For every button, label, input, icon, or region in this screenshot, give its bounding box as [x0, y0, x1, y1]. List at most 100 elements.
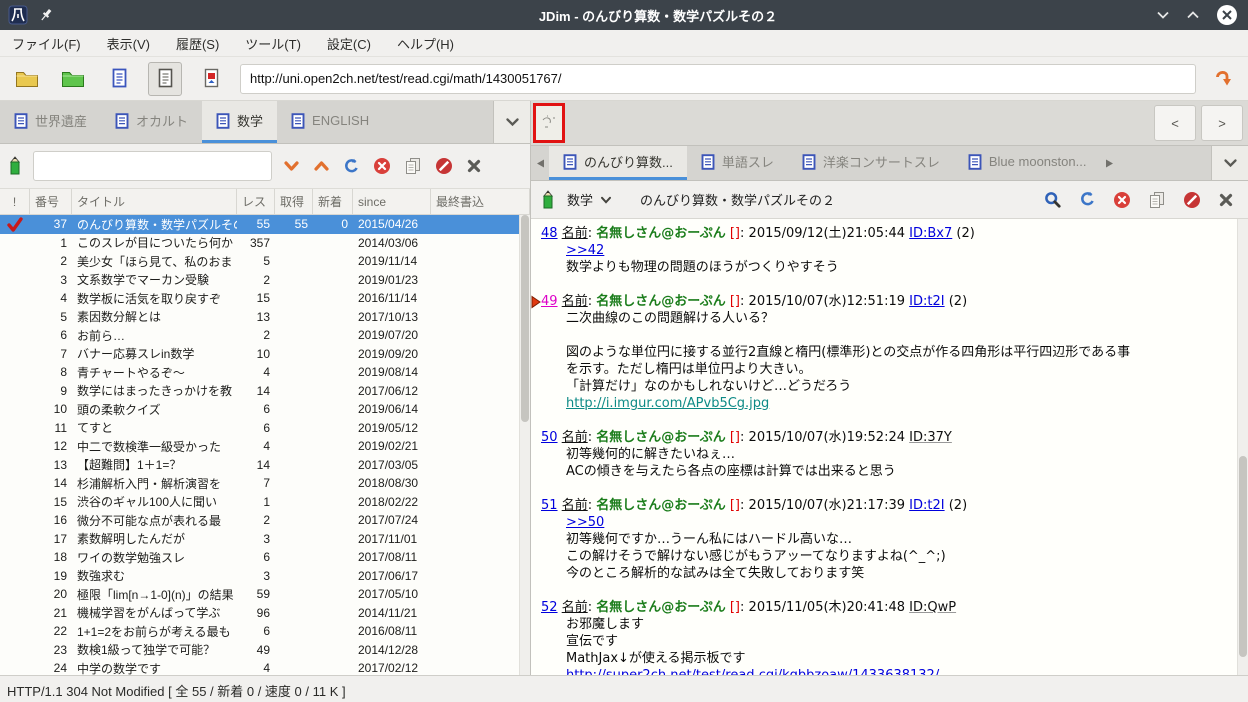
maximize-button[interactable] — [1186, 10, 1200, 20]
thread-list-row[interactable]: 10 頭の柔軟クイズ 6 2019/06/14 — [0, 400, 519, 419]
board-search-input[interactable] — [33, 151, 272, 181]
menu-item-0[interactable]: ファイル(F) — [12, 34, 81, 53]
prev-image-button[interactable]: < — [1154, 105, 1196, 141]
board-tab-1[interactable]: オカルト — [101, 101, 202, 143]
folder-open-button[interactable] — [56, 62, 90, 96]
menu-item-3[interactable]: ツール(T) — [245, 34, 301, 53]
column-header-4[interactable]: 取得 — [275, 189, 313, 214]
scroll-down-button[interactable] — [283, 158, 300, 174]
board-tab-list-button[interactable] — [493, 101, 530, 143]
close-button[interactable] — [466, 158, 482, 174]
stop-button[interactable] — [373, 157, 391, 175]
column-header-7[interactable]: 最終書込 — [431, 189, 530, 214]
column-header-3[interactable]: レス — [237, 189, 275, 214]
thread-tab-1[interactable]: 単語スレ — [687, 146, 788, 180]
block-button[interactable] — [435, 157, 453, 175]
thread-list-row[interactable]: 9 数学にはまったきっかけを教 14 2017/06/12 — [0, 382, 519, 401]
thread-list-row[interactable]: 18 ワイの数学勉強スレ 6 2017/08/11 — [0, 548, 519, 567]
thread-tab-list-button[interactable] — [1211, 146, 1248, 180]
thread-list-row[interactable]: 16 微分不可能な点が表れる最 2 2017/07/24 — [0, 511, 519, 530]
post-visited-link[interactable]: http://i.imgur.com/APvb5Cg.jpg — [566, 396, 769, 411]
board-select[interactable]: 数学 — [567, 190, 612, 209]
post-link[interactable]: >>42 — [566, 243, 604, 258]
board-list-button[interactable] — [102, 62, 136, 96]
thread-tab-3[interactable]: Blue moonston... — [954, 146, 1101, 180]
post-name-label[interactable]: 名前 — [562, 498, 588, 513]
post-id-link[interactable]: ID:t2I — [909, 294, 944, 309]
column-header-2[interactable]: タイトル — [72, 189, 237, 214]
board-tab-2[interactable]: 数学 — [202, 101, 278, 143]
thread-list-row[interactable]: 23 数検1級って独学で可能？ 49 2014/12/28 — [0, 641, 519, 660]
thread-list-row[interactable]: 37 のんびり算数・数学パズルその２ 55 55 0 2015/04/26 — [0, 215, 519, 234]
thread-list-row[interactable]: 11 てすと 6 2019/05/12 — [0, 419, 519, 438]
thread-list-row[interactable]: 15 渋谷のギャル100人に聞い 1 2018/02/22 — [0, 493, 519, 512]
url-input[interactable] — [240, 63, 1196, 94]
thread-list-row[interactable]: 20 極限「lim[n→1-0](n)」の結果 59 2017/05/10 — [0, 585, 519, 604]
thread-list-scrollbar-thumb[interactable] — [521, 215, 529, 422]
post-name-label[interactable]: 名前 — [562, 226, 588, 241]
post-number-link[interactable]: 52 — [541, 600, 558, 615]
thread-list-row[interactable]: 1 このスレが目についたら何か 357 2014/03/06 — [0, 234, 519, 253]
post-link[interactable]: http://super2ch.net/test/read.cgi/kqbbzo… — [566, 668, 939, 675]
thread-view-scrollbar-thumb[interactable] — [1239, 456, 1247, 657]
thread-list-row[interactable]: 22 1+1=2をお前らが考える最も 6 2016/08/11 — [0, 622, 519, 641]
menu-item-1[interactable]: 表示(V) — [107, 34, 150, 53]
thread-list-row[interactable]: 8 青チャートやるぞ〜 4 2019/08/14 — [0, 363, 519, 382]
thread-list-row[interactable]: 24 中学の数学です 4 2017/02/12 — [0, 659, 519, 675]
open-url-button[interactable] — [1206, 62, 1242, 96]
post-name-label[interactable]: 名前 — [562, 294, 588, 309]
column-header-5[interactable]: 新着 — [313, 189, 353, 214]
thread-tab-0[interactable]: のんびり算数... — [549, 146, 687, 180]
thread-list-row[interactable]: 7 バナー応募スレin数学 10 2019/09/20 — [0, 345, 519, 364]
image-view-button[interactable] — [194, 62, 228, 96]
post-number-link[interactable]: 48 — [541, 226, 558, 241]
close-button[interactable] — [1218, 192, 1234, 208]
thread-list-row[interactable]: 4 数学板に活気を取り戻すぞ 15 2016/11/14 — [0, 289, 519, 308]
thread-list-row[interactable]: 6 お前ら… 2 2019/07/20 — [0, 326, 519, 345]
pin-icon[interactable] — [38, 7, 54, 23]
post-name-label[interactable]: 名前 — [562, 430, 588, 445]
pencil-icon[interactable] — [8, 156, 22, 176]
image-tab-thumbnail[interactable] — [533, 103, 565, 143]
thread-list-row[interactable]: 2 美少女「ほら見て、私のおま 5 2019/11/14 — [0, 252, 519, 271]
column-header-1[interactable]: 番号 — [30, 189, 72, 214]
column-header-0[interactable]: ! — [0, 189, 30, 214]
search-button[interactable] — [1044, 191, 1062, 209]
thread-list-row[interactable]: 5 素因数分解とは 13 2017/10/13 — [0, 308, 519, 327]
post-id-link[interactable]: ID:Bx7 — [909, 226, 952, 241]
thread-view-scrollbar[interactable] — [1237, 219, 1248, 675]
close-button[interactable] — [1216, 4, 1238, 26]
thread-list-row[interactable]: 14 杉浦解析入門・解析演習を 7 2018/08/30 — [0, 474, 519, 493]
copy-button[interactable] — [404, 157, 422, 175]
reload-button[interactable] — [1079, 191, 1096, 208]
copy-button[interactable] — [1148, 191, 1166, 209]
tab-scroll-right-button[interactable] — [1100, 146, 1118, 180]
folder-closed-button[interactable] — [10, 62, 44, 96]
thread-list-row[interactable]: 12 中二で数検準一級受かった 4 2019/02/21 — [0, 437, 519, 456]
thread-view-button[interactable] — [148, 61, 182, 96]
thread-list-row[interactable]: 3 文系数学でマーカン受験 2 2019/01/23 — [0, 271, 519, 290]
thread-list-scrollbar[interactable] — [519, 215, 530, 675]
scroll-up-button[interactable] — [313, 158, 330, 174]
block-button[interactable] — [1183, 191, 1201, 209]
column-header-6[interactable]: since — [353, 189, 431, 214]
tab-scroll-left-button[interactable] — [531, 146, 549, 180]
thread-list-row[interactable]: 13 【超難問】1＋1=？ 14 2017/03/05 — [0, 456, 519, 475]
thread-tab-2[interactable]: 洋楽コンサートスレ — [788, 146, 954, 180]
menu-item-4[interactable]: 設定(C) — [327, 34, 371, 53]
post-link[interactable]: >>50 — [566, 515, 604, 530]
post-number-link[interactable]: 51 — [541, 498, 558, 513]
thread-list-row[interactable]: 19 数強求む 3 2017/06/17 — [0, 567, 519, 586]
post-id-link[interactable]: ID:t2I — [909, 498, 944, 513]
next-image-button[interactable]: > — [1201, 105, 1243, 141]
board-tab-3[interactable]: ENGLISH — [277, 101, 383, 143]
thread-list-header[interactable]: ! 番号 タイトル レス 取得 新着 since 最終書込 — [0, 189, 530, 215]
reload-button[interactable] — [343, 158, 360, 175]
thread-list-row[interactable]: 21 機械学習をがんばって学ぶ 96 2014/11/21 — [0, 604, 519, 623]
minimize-button[interactable] — [1156, 10, 1170, 20]
menu-item-2[interactable]: 履歴(S) — [176, 34, 219, 53]
thread-list-row[interactable]: 17 素数解明したんだが 3 2017/11/01 — [0, 530, 519, 549]
stop-button[interactable] — [1113, 191, 1131, 209]
post-number-link[interactable]: 50 — [541, 430, 558, 445]
post-number-link[interactable]: 49 — [541, 294, 558, 309]
